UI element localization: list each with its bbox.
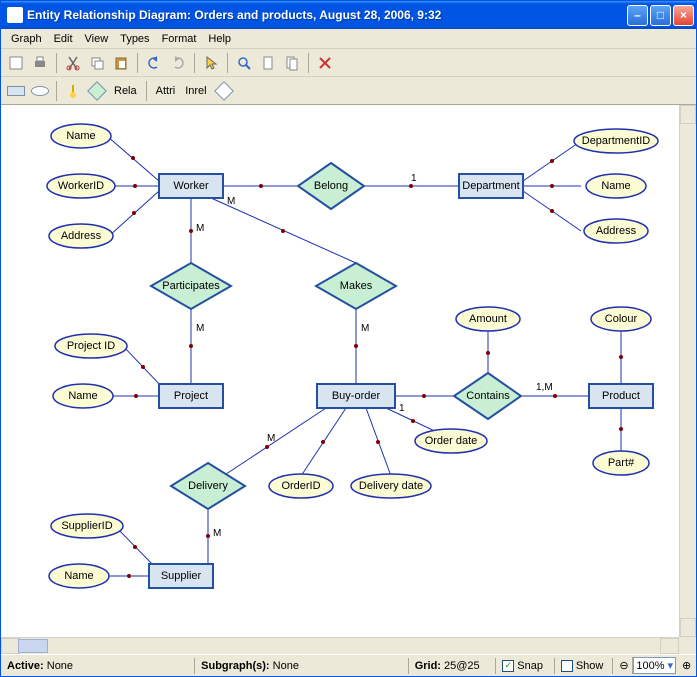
attribute-label[interactable]: Attri [152, 85, 180, 97]
attribute-tool[interactable] [29, 80, 51, 102]
zoom-in-button[interactable]: ⊕ [676, 657, 696, 674]
page-icon[interactable] [257, 52, 279, 74]
app-icon [7, 7, 23, 23]
svg-text:1: 1 [411, 173, 417, 184]
menu-edit[interactable]: Edit [48, 31, 79, 47]
print-icon[interactable] [29, 52, 51, 74]
window-title: Entity Relationship Diagram: Orders and … [27, 8, 627, 22]
svg-text:Project ID: Project ID [67, 340, 115, 352]
svg-text:Makes: Makes [340, 280, 373, 292]
svg-text:Delivery date: Delivery date [359, 480, 423, 492]
statusbar: Active: None Subgraph(s): None Grid: 25@… [1, 654, 696, 676]
svg-text:M: M [227, 196, 235, 207]
app-window: Entity Relationship Diagram: Orders and … [0, 0, 697, 677]
svg-text:Address: Address [596, 225, 637, 237]
svg-text:Contains: Contains [466, 390, 510, 402]
horizontal-scrollbar[interactable] [1, 637, 679, 654]
svg-text:1: 1 [399, 403, 405, 414]
menu-types[interactable]: Types [114, 31, 155, 47]
key-tool[interactable] [62, 80, 84, 102]
canvas-area: Name WorkerID Address Worker Belong M 1 … [1, 105, 696, 654]
entity-tool[interactable] [5, 80, 27, 102]
svg-text:Supplier: Supplier [161, 570, 202, 582]
svg-text:M: M [361, 323, 369, 334]
menu-graph[interactable]: Graph [5, 31, 48, 47]
cut-icon[interactable] [62, 52, 84, 74]
titlebar[interactable]: Entity Relationship Diagram: Orders and … [1, 1, 696, 29]
svg-text:Product: Product [602, 390, 640, 402]
svg-text:Name: Name [601, 180, 630, 192]
relationship-label[interactable]: Rela [110, 85, 141, 97]
svg-text:Amount: Amount [469, 313, 507, 325]
close-button[interactable]: × [673, 5, 694, 26]
svg-text:1,M: 1,M [536, 382, 553, 393]
menu-format[interactable]: Format [156, 31, 203, 47]
svg-text:Project: Project [174, 390, 208, 402]
status-subgraph: Subgraph(s): None [195, 658, 409, 674]
svg-text:M: M [196, 223, 204, 234]
svg-text:Worker: Worker [173, 180, 209, 192]
paste-icon[interactable] [110, 52, 132, 74]
status-grid: Grid: 25@25 [409, 658, 497, 674]
svg-text:WorkerID: WorkerID [58, 180, 104, 192]
svg-text:M: M [267, 433, 275, 444]
svg-text:M: M [196, 323, 204, 334]
main-toolbar [1, 49, 696, 77]
minimize-button[interactable]: – [627, 5, 648, 26]
undo-icon[interactable] [143, 52, 165, 74]
svg-text:M: M [213, 528, 221, 539]
svg-text:Belong: Belong [314, 180, 348, 192]
status-active: Active: None [1, 658, 195, 674]
window-buttons: – □ × [627, 5, 694, 26]
inrel-label[interactable]: Inrel [181, 85, 210, 97]
menu-view[interactable]: View [79, 31, 115, 47]
svg-text:OrderID: OrderID [281, 480, 320, 492]
svg-text:Department: Department [462, 180, 519, 192]
svg-text:Name: Name [66, 130, 95, 142]
menu-help[interactable]: Help [202, 31, 237, 47]
redo-icon[interactable] [167, 52, 189, 74]
svg-text:Buy-order: Buy-order [332, 390, 381, 402]
svg-text:DepartmentID: DepartmentID [582, 135, 651, 147]
svg-text:Delivery: Delivery [188, 480, 228, 492]
new-icon[interactable] [5, 52, 27, 74]
relationship-tool[interactable] [86, 80, 108, 102]
svg-text:Name: Name [64, 570, 93, 582]
pointer-icon[interactable] [200, 52, 222, 74]
svg-text:Name: Name [68, 390, 97, 402]
zoom-icon[interactable] [233, 52, 255, 74]
pages-icon[interactable] [281, 52, 303, 74]
svg-text:Part#: Part# [608, 457, 635, 469]
copy-icon[interactable] [86, 52, 108, 74]
svg-text:Order date: Order date [425, 435, 478, 447]
weak-relationship-tool[interactable] [213, 80, 235, 102]
zoom-select[interactable]: 100%▾ [633, 657, 676, 674]
svg-text:Address: Address [61, 230, 102, 242]
svg-text:Colour: Colour [605, 313, 638, 325]
delete-icon[interactable] [314, 52, 336, 74]
menubar: Graph Edit View Types Format Help [1, 29, 696, 49]
maximize-button[interactable]: □ [650, 5, 671, 26]
zoom-out-button[interactable]: ⊖ [613, 657, 633, 674]
shape-toolbar: Rela Attri Inrel [1, 77, 696, 105]
vertical-scrollbar[interactable] [679, 105, 696, 637]
svg-text:Participates: Participates [162, 280, 220, 292]
diagram-canvas[interactable]: Name WorkerID Address Worker Belong M 1 … [1, 105, 679, 637]
show-checkbox[interactable]: Show [555, 658, 614, 674]
scroll-corner [679, 637, 696, 654]
svg-text:SupplierID: SupplierID [61, 520, 112, 532]
snap-checkbox[interactable]: ✓Snap [496, 658, 555, 674]
